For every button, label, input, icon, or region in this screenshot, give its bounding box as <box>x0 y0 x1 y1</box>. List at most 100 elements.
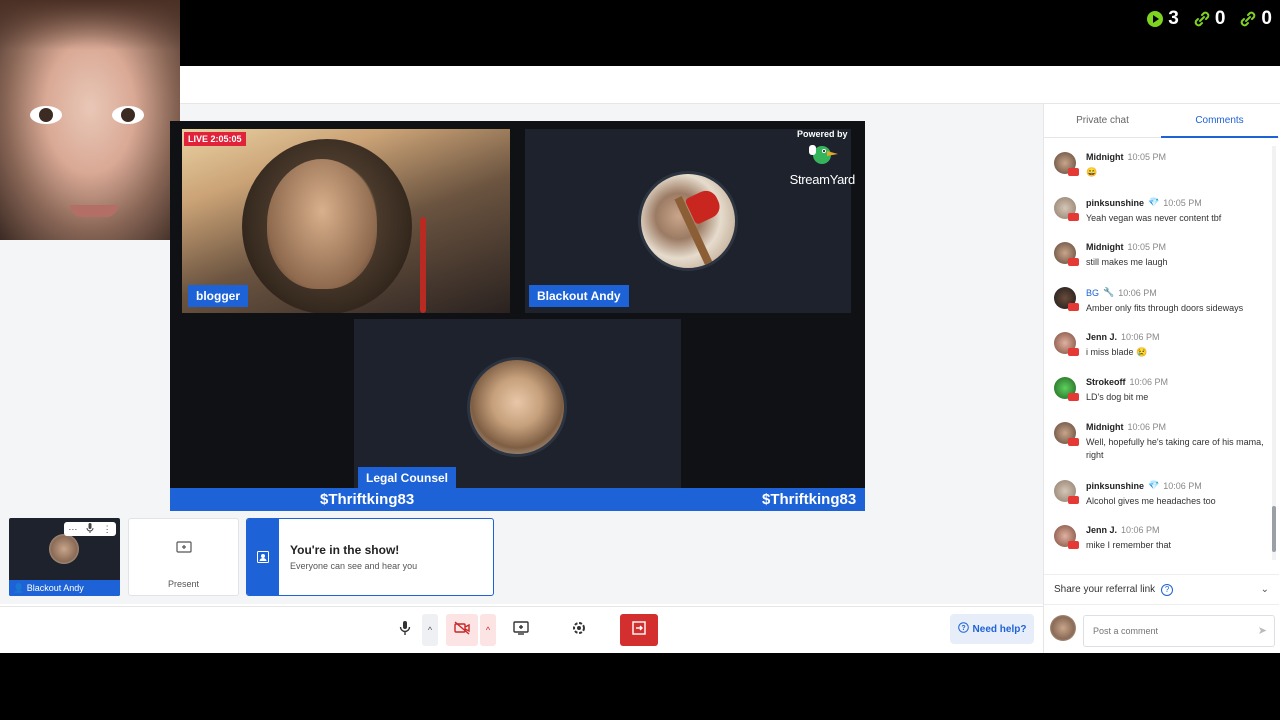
drag-handle-icon[interactable]: ⋯ <box>68 524 77 535</box>
comment-item[interactable]: BG 🔧 10:06 PM Amber only fits through door… <box>1052 281 1268 326</box>
comment-item[interactable]: Midnight 10:05 PM 😄 <box>1052 146 1268 191</box>
notice-subtitle: Everyone can see and hear you <box>290 561 418 571</box>
screen-share-icon <box>513 620 529 640</box>
in-show-notice: You're in the show! Everyone can see and… <box>246 518 494 596</box>
link-counter-1: 0 <box>1193 8 1226 30</box>
mic-icon <box>399 620 411 641</box>
chevron-up-icon: ^ <box>427 625 433 635</box>
participant-name: Legal Counsel <box>358 467 457 489</box>
need-help-label: Need help? <box>972 623 1027 635</box>
streamyard-bird-icon <box>805 141 839 172</box>
self-card-controls[interactable]: ⋯ ⋮ <box>64 522 116 536</box>
youtube-icon <box>1068 438 1079 446</box>
camera-toggle-button[interactable] <box>446 614 478 646</box>
camera-off-icon <box>454 620 470 640</box>
studio-toolbar: ^ ^ <box>0 606 1043 653</box>
link-count-1: 0 <box>1214 8 1226 29</box>
comment-text: i miss blade 😢 <box>1086 347 1148 357</box>
participant-tile-legal-counsel[interactable]: Legal Counsel <box>354 319 681 489</box>
comment-item[interactable]: pinksunshine 💎 10:05 PM Yeah vegan was nev… <box>1052 191 1268 236</box>
comment-author: Midnight <box>1086 152 1124 162</box>
chevron-up-icon: ^ <box>485 625 491 635</box>
comment-author: BG <box>1086 287 1100 298</box>
share-screen-button[interactable] <box>506 614 536 646</box>
mic-options-button[interactable]: ^ <box>422 614 438 646</box>
comments-list[interactable]: Midnight 10:05 PM 😄 pinksunshine 💎 10:05 PM… <box>1052 146 1268 560</box>
post-comment-input[interactable] <box>1083 615 1275 647</box>
help-circle-icon: ? <box>957 622 969 636</box>
screen: 3 0 0 blogger LIVE 2:05:05 Blackout Andy… <box>0 0 1280 720</box>
present-label: Present <box>167 579 200 589</box>
settings-button[interactable] <box>564 614 594 646</box>
comment-time: 10:06 PM <box>1121 525 1160 535</box>
comment-item[interactable]: Jenn J. 10:06 PM mike I remember that <box>1052 519 1268 560</box>
link-icon <box>1193 10 1211 28</box>
camera-options-button[interactable]: ^ <box>480 614 496 646</box>
powered-by-label: Powered by <box>797 129 848 139</box>
comment-text: 😄 <box>1086 167 1098 177</box>
comment-item[interactable]: Jenn J. 10:06 PM i miss blade 😢 <box>1052 326 1268 371</box>
leave-studio-button[interactable] <box>620 614 658 646</box>
comment-author: pinksunshine <box>1086 480 1145 491</box>
youtube-icon <box>1068 393 1079 401</box>
post-comment-row: ➤ <box>1044 604 1279 653</box>
member-badge-icon: 💎 <box>1148 480 1160 490</box>
link-icon <box>1239 10 1257 28</box>
youtube-icon <box>1068 168 1079 176</box>
comment-author: Midnight <box>1086 422 1124 432</box>
comments-scrollbar[interactable] <box>1272 146 1276 560</box>
avatar <box>49 534 79 564</box>
comment-author: Jenn J. <box>1086 525 1118 535</box>
comment-item[interactable]: Midnight 10:05 PM still makes me laugh <box>1052 236 1268 281</box>
comment-item[interactable]: Midnight 10:06 PM Well, hopefully he's ta… <box>1052 416 1268 474</box>
comment-time: 10:06 PM <box>1163 480 1202 491</box>
person-icon: 👤 <box>13 583 25 593</box>
comment-time: 10:06 PM <box>1129 377 1169 387</box>
broadcast-stage: blogger LIVE 2:05:05 Blackout Andy Power… <box>170 121 865 511</box>
tab-comments[interactable]: Comments <box>1161 104 1278 138</box>
comment-time: 10:06 PM <box>1127 422 1167 432</box>
comment-time: 10:06 PM <box>1121 332 1160 342</box>
self-preview-card[interactable]: ⋯ ⋮ 👤 Blackout Andy <box>9 518 120 596</box>
mute-button[interactable] <box>390 614 420 646</box>
youtube-icon <box>1068 348 1079 356</box>
referral-label: Share your referral link <box>1054 584 1156 595</box>
participant-name: blogger <box>188 285 248 307</box>
avatar <box>1050 615 1076 641</box>
comment-author: Strokeoff <box>1086 377 1126 387</box>
svg-text:?: ? <box>961 625 965 632</box>
self-name-label: 👤 Blackout Andy <box>9 580 120 596</box>
top-overlay-bar: 3 0 0 <box>0 0 1280 66</box>
present-screen-icon <box>176 541 192 555</box>
avatar <box>638 171 738 271</box>
comment-item[interactable]: pinksunshine 💎 10:06 PM Alcohol gives me h… <box>1052 474 1268 519</box>
help-circle-icon[interactable]: ? <box>1161 583 1174 596</box>
comment-item[interactable]: Strokeoff 10:06 PM LD's dog bit me <box>1052 371 1268 416</box>
youtube-icon <box>1068 303 1079 311</box>
comment-author: pinksunshine <box>1086 197 1145 208</box>
participant-tile-blogger[interactable]: blogger <box>182 129 510 313</box>
member-badge-icon: 💎 <box>1148 197 1160 207</box>
play-icon <box>1146 10 1164 28</box>
avatar <box>467 357 567 457</box>
chevron-down-icon[interactable]: ⌄ <box>1261 584 1269 595</box>
mic-icon[interactable] <box>86 523 94 535</box>
comment-time: 10:06 PM <box>1118 287 1157 298</box>
participant-name: Blackout Andy <box>529 285 629 307</box>
need-help-button[interactable]: ? Need help? <box>950 614 1034 644</box>
send-icon[interactable]: ➤ <box>1258 624 1267 637</box>
youtube-icon <box>1068 213 1079 221</box>
streamyard-brand: StreamYard <box>789 172 856 187</box>
comment-text: Yeah vegan was never content tbf <box>1086 213 1222 223</box>
bottom-letterbox <box>0 653 1280 720</box>
comment-text: Well, hopefully he's taking care of his … <box>1086 437 1264 460</box>
link-count-2: 0 <box>1261 8 1272 29</box>
comment-time: 10:05 PM <box>1127 242 1167 252</box>
referral-link-row[interactable]: Share your referral link ? ⌄ <box>1044 574 1279 604</box>
more-options-icon[interactable]: ⋮ <box>103 524 112 535</box>
present-button[interactable]: Present <box>128 518 239 596</box>
tab-private-chat[interactable]: Private chat <box>1044 104 1161 138</box>
viewer-count: 3 <box>1168 8 1179 29</box>
youtube-icon <box>1068 496 1079 504</box>
streamyard-watermark: Powered by StreamYard <box>789 129 856 187</box>
